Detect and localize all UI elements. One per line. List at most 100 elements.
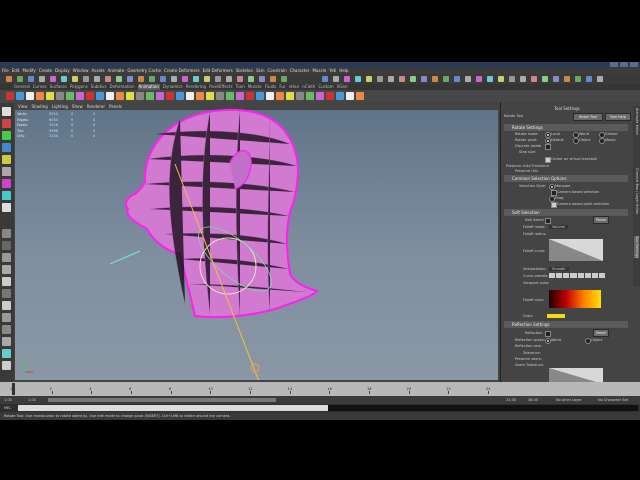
status-line-icon[interactable] (399, 76, 405, 82)
status-line-icon[interactable] (259, 76, 265, 82)
status-line-icon[interactable] (182, 76, 188, 82)
interpolation-select[interactable]: Smooth (549, 267, 569, 271)
toolbox-icon[interactable] (2, 229, 11, 238)
anim-layer-select[interactable]: No Anim Layer (556, 398, 582, 402)
shelf-icon[interactable] (196, 92, 204, 100)
status-line-icon[interactable] (344, 76, 350, 82)
shelf-icon[interactable] (116, 92, 124, 100)
falloff-curve-graph[interactable] (549, 239, 603, 261)
reflection-reset-button[interactable]: Reset (593, 329, 609, 337)
status-line-icon[interactable] (149, 76, 155, 82)
status-line-icon[interactable] (171, 76, 177, 82)
status-line-icon[interactable] (116, 76, 122, 82)
shelf-icon[interactable] (216, 92, 224, 100)
toolbox-icon[interactable] (2, 203, 11, 212)
toolbox-icon[interactable] (2, 361, 11, 370)
toolbox-icon[interactable] (2, 265, 11, 274)
shelf-icon[interactable] (336, 92, 344, 100)
shelf-icon[interactable] (326, 92, 334, 100)
character-set-select[interactable]: No Character Set (598, 398, 628, 402)
shelf-icon[interactable] (146, 92, 154, 100)
range-start[interactable]: 1.00 (4, 398, 12, 402)
soft-selection-header[interactable]: Soft Selection (504, 209, 628, 216)
shelf-icon[interactable] (126, 92, 134, 100)
shelf-icon[interactable] (46, 92, 54, 100)
status-line-icon[interactable] (226, 76, 232, 82)
command-input[interactable] (18, 405, 328, 411)
color-swatch[interactable] (547, 314, 565, 318)
status-line-icon[interactable] (586, 76, 592, 82)
toolbox-icon[interactable] (2, 337, 11, 346)
shelf-icon[interactable] (286, 92, 294, 100)
close-button[interactable] (630, 62, 638, 67)
time-slider[interactable]: 124681012141618202224 (0, 382, 640, 396)
status-line-icon[interactable] (237, 76, 243, 82)
shelf-icon[interactable] (6, 92, 14, 100)
status-line-icon[interactable] (410, 76, 416, 82)
status-line-icon[interactable] (204, 76, 210, 82)
status-line-icon[interactable] (443, 76, 449, 82)
shelf-icon[interactable] (226, 92, 234, 100)
attribute-editor-tab[interactable]: Attribute Editor (634, 108, 639, 135)
shelf-icon[interactable] (276, 92, 284, 100)
status-line-icon[interactable] (476, 76, 482, 82)
shelf-icon[interactable] (236, 92, 244, 100)
toolbox-icon[interactable] (2, 325, 11, 334)
tool-help-button[interactable]: Tool Help (605, 113, 631, 121)
status-line-icon[interactable] (39, 76, 45, 82)
shelf-icon[interactable] (266, 92, 274, 100)
shelf-icon[interactable] (106, 92, 114, 100)
status-line-icon[interactable] (127, 76, 133, 82)
shelf-icon[interactable] (316, 92, 324, 100)
shelf-icon[interactable] (16, 92, 24, 100)
shelf-icon[interactable] (166, 92, 174, 100)
status-line-icon[interactable] (432, 76, 438, 82)
status-line-icon[interactable] (50, 76, 56, 82)
range-bar[interactable] (48, 398, 276, 402)
toolbox-icon[interactable] (2, 143, 11, 152)
toolbox-icon[interactable] (2, 241, 11, 250)
status-line-icon[interactable] (520, 76, 526, 82)
toolbox-icon[interactable] (2, 107, 11, 116)
status-line-icon[interactable] (355, 76, 361, 82)
channel-box-tab[interactable]: Channel Box / Layer Editor (634, 168, 639, 215)
status-line-icon[interactable] (61, 76, 67, 82)
toolbox-icon[interactable] (2, 313, 11, 322)
reflection-checkbox[interactable] (545, 331, 551, 337)
shelf-icon[interactable] (346, 92, 354, 100)
anim-end[interactable]: 48.00 (528, 398, 538, 402)
toolbox-icon[interactable] (2, 191, 11, 200)
toolbox-icon[interactable] (2, 167, 11, 176)
shelf-icon[interactable] (186, 92, 194, 100)
tool-settings-tab[interactable]: Tool Settings (634, 236, 639, 259)
status-line-icon[interactable] (542, 76, 548, 82)
toolbox-icon[interactable] (2, 253, 11, 262)
status-line-icon[interactable] (509, 76, 515, 82)
status-line-icon[interactable] (454, 76, 460, 82)
status-line-icon[interactable] (270, 76, 276, 82)
maximize-button[interactable] (620, 62, 628, 67)
status-line-icon[interactable] (322, 76, 328, 82)
status-line-icon[interactable] (388, 76, 394, 82)
status-line-icon[interactable] (465, 76, 471, 82)
status-line-icon[interactable] (160, 76, 166, 82)
common-selection-header[interactable]: Common Selection Options (504, 175, 628, 182)
shelf-icon[interactable] (246, 92, 254, 100)
range-end[interactable]: 24.00 (506, 398, 516, 402)
status-line-icon[interactable] (498, 76, 504, 82)
status-line-icon[interactable] (377, 76, 383, 82)
toolbox-icon[interactable] (2, 301, 11, 310)
shelf-icon[interactable] (26, 92, 34, 100)
status-line-icon[interactable] (105, 76, 111, 82)
shelf-icon[interactable] (136, 92, 144, 100)
status-line-icon[interactable] (248, 76, 254, 82)
status-line-icon[interactable] (487, 76, 493, 82)
shelf-icon[interactable] (306, 92, 314, 100)
shelf-icon[interactable] (256, 92, 264, 100)
status-line-icon[interactable] (281, 76, 287, 82)
status-line-icon[interactable] (575, 76, 581, 82)
status-line-icon[interactable] (138, 76, 144, 82)
reflection-settings-header[interactable]: Reflection Settings (504, 321, 628, 328)
status-line-icon[interactable] (564, 76, 570, 82)
status-line-icon[interactable] (72, 76, 78, 82)
